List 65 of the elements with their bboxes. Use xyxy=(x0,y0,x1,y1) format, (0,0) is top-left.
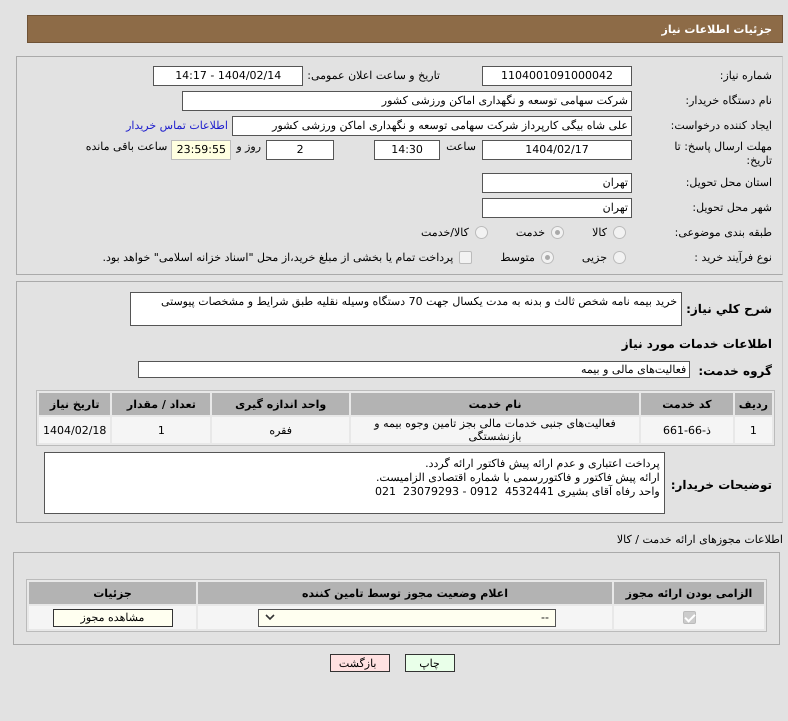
remaining-label: ساعت باقی مانده xyxy=(86,140,168,153)
field-label: نام دستگاه خریدار: xyxy=(684,94,772,107)
checkbox[interactable] xyxy=(682,611,696,624)
checkbox[interactable] xyxy=(459,251,472,264)
option-label: خدمت xyxy=(516,226,546,239)
option-label: متوسط xyxy=(500,251,535,264)
column-header: اعلام وضعیت مجوز توسط تامین کننده xyxy=(198,582,612,604)
column-header: تعداد / مقدار xyxy=(112,393,210,415)
requester-field: علی شاه بیگی کارپرداز شرکت سهامی توسعه و نگهداری اماکن ورزشی کشور xyxy=(232,116,632,136)
days-field: 2 xyxy=(266,140,334,160)
radio-button[interactable] xyxy=(613,226,626,239)
column-header: ردیف xyxy=(734,393,772,415)
print-button[interactable]: چاپ xyxy=(404,654,454,672)
page-title: جزئیات اطلاعات نیاز xyxy=(662,22,772,36)
field-label: توضیحات خریدار: xyxy=(670,478,772,492)
option-label: کالا/خدمت xyxy=(421,226,469,239)
field-label: استان محل تحویل: xyxy=(684,176,772,189)
buyer-notes-textarea: پرداخت اعتباری و عدم ارائه پیش فاکتور ارائه گردد. ارائه پیش فاکتور و فاکتوررسمی با شماره اقتصادی الزامیست. واحد رفاه آقای بشیری 4532441 0912 - 23079293 021 xyxy=(44,452,665,514)
city-field: تهران xyxy=(482,198,632,218)
service-group-field: فعالیت‌های مالی و بیمه xyxy=(138,361,690,378)
field-label: شماره نیاز: xyxy=(718,69,772,82)
table-cell: فعالیت‌های جنبی خدمات مالی بجز تامین وجوه بیمه و بازنشستگی xyxy=(350,417,640,443)
payment-note: پرداخت تمام یا بخشی از مبلغ خرید،از محل "اسناد خزانه اسلامی" خواهد بود. xyxy=(102,251,454,264)
need-number-field: 1104001091000042 xyxy=(482,66,632,86)
field-label: شرح کلي نياز: xyxy=(686,302,772,316)
time-label: ساعت xyxy=(446,140,476,153)
days-label: روز و xyxy=(236,140,262,153)
back-button[interactable]: بازگشت xyxy=(330,654,390,672)
field-label: نوع فرآیند خرید : xyxy=(693,251,772,264)
option-label: کالا xyxy=(592,226,607,239)
table-cell: 1 xyxy=(734,417,772,443)
column-header: نام خدمت xyxy=(350,393,640,415)
radio-button[interactable] xyxy=(551,226,564,239)
table-cell: فقره xyxy=(212,417,349,443)
table-cell: ذ-66-661 xyxy=(641,417,733,443)
deadline-date-field: 1404/02/17 xyxy=(482,140,632,160)
time-field: 14:30 xyxy=(374,140,440,160)
section-title: اطلاعات مجوزهای ارائه خدمت / کالا xyxy=(616,533,783,546)
option-label: جزیی xyxy=(582,251,607,264)
buyer-contact-link[interactable]: اطلاعات تماس خریدار xyxy=(126,119,228,132)
column-header: کد خدمت xyxy=(641,393,733,415)
chevron-down-icon xyxy=(265,614,275,621)
field-label: شهر محل تحویل: xyxy=(691,201,772,214)
announce-date-field: 1404/02/14 - 14:17 xyxy=(153,66,304,86)
field-label: تاریخ و ساعت اعلان عمومی: xyxy=(307,69,440,82)
summary-textarea: خرید بیمه نامه شخص ثالث و بدنه به مدت یکسال جهت 70 دستگاه وسیله نقلیه طبق شرایط و مشخصات پیوستی xyxy=(130,292,682,326)
view-license-button[interactable]: مشاهده مجوز xyxy=(52,608,172,626)
field-label: گروه خدمت: xyxy=(698,364,772,378)
buyer-field: شرکت سهامی توسعه و نگهداری اماکن ورزشی کشور xyxy=(182,90,632,110)
column-header: جزئیات xyxy=(29,582,196,604)
field-label: طبقه بندی موضوعی: xyxy=(674,226,772,239)
radio-button[interactable] xyxy=(474,226,488,239)
column-header: واحد اندازه گیری xyxy=(212,393,349,415)
radio-button[interactable] xyxy=(540,251,554,264)
status-dropdown[interactable]: -- xyxy=(258,608,556,626)
province-field: تهران xyxy=(482,172,632,192)
table-cell: 1404/02/18 xyxy=(39,417,110,443)
table-cell: 1 xyxy=(112,417,210,443)
remaining-time-field: 23:59:55 xyxy=(171,140,232,160)
radio-button[interactable] xyxy=(613,251,626,264)
section-title: اطلاعات خدمات مورد نیاز xyxy=(620,337,772,351)
field-label: مهلت ارسال پاسخ: تا تاریخ: xyxy=(673,140,772,168)
column-header: الزامی بودن ارائه مجوز xyxy=(614,582,764,604)
field-label: ایجاد کننده درخواست: xyxy=(670,119,772,132)
column-header: تاریخ نیاز xyxy=(39,393,110,415)
